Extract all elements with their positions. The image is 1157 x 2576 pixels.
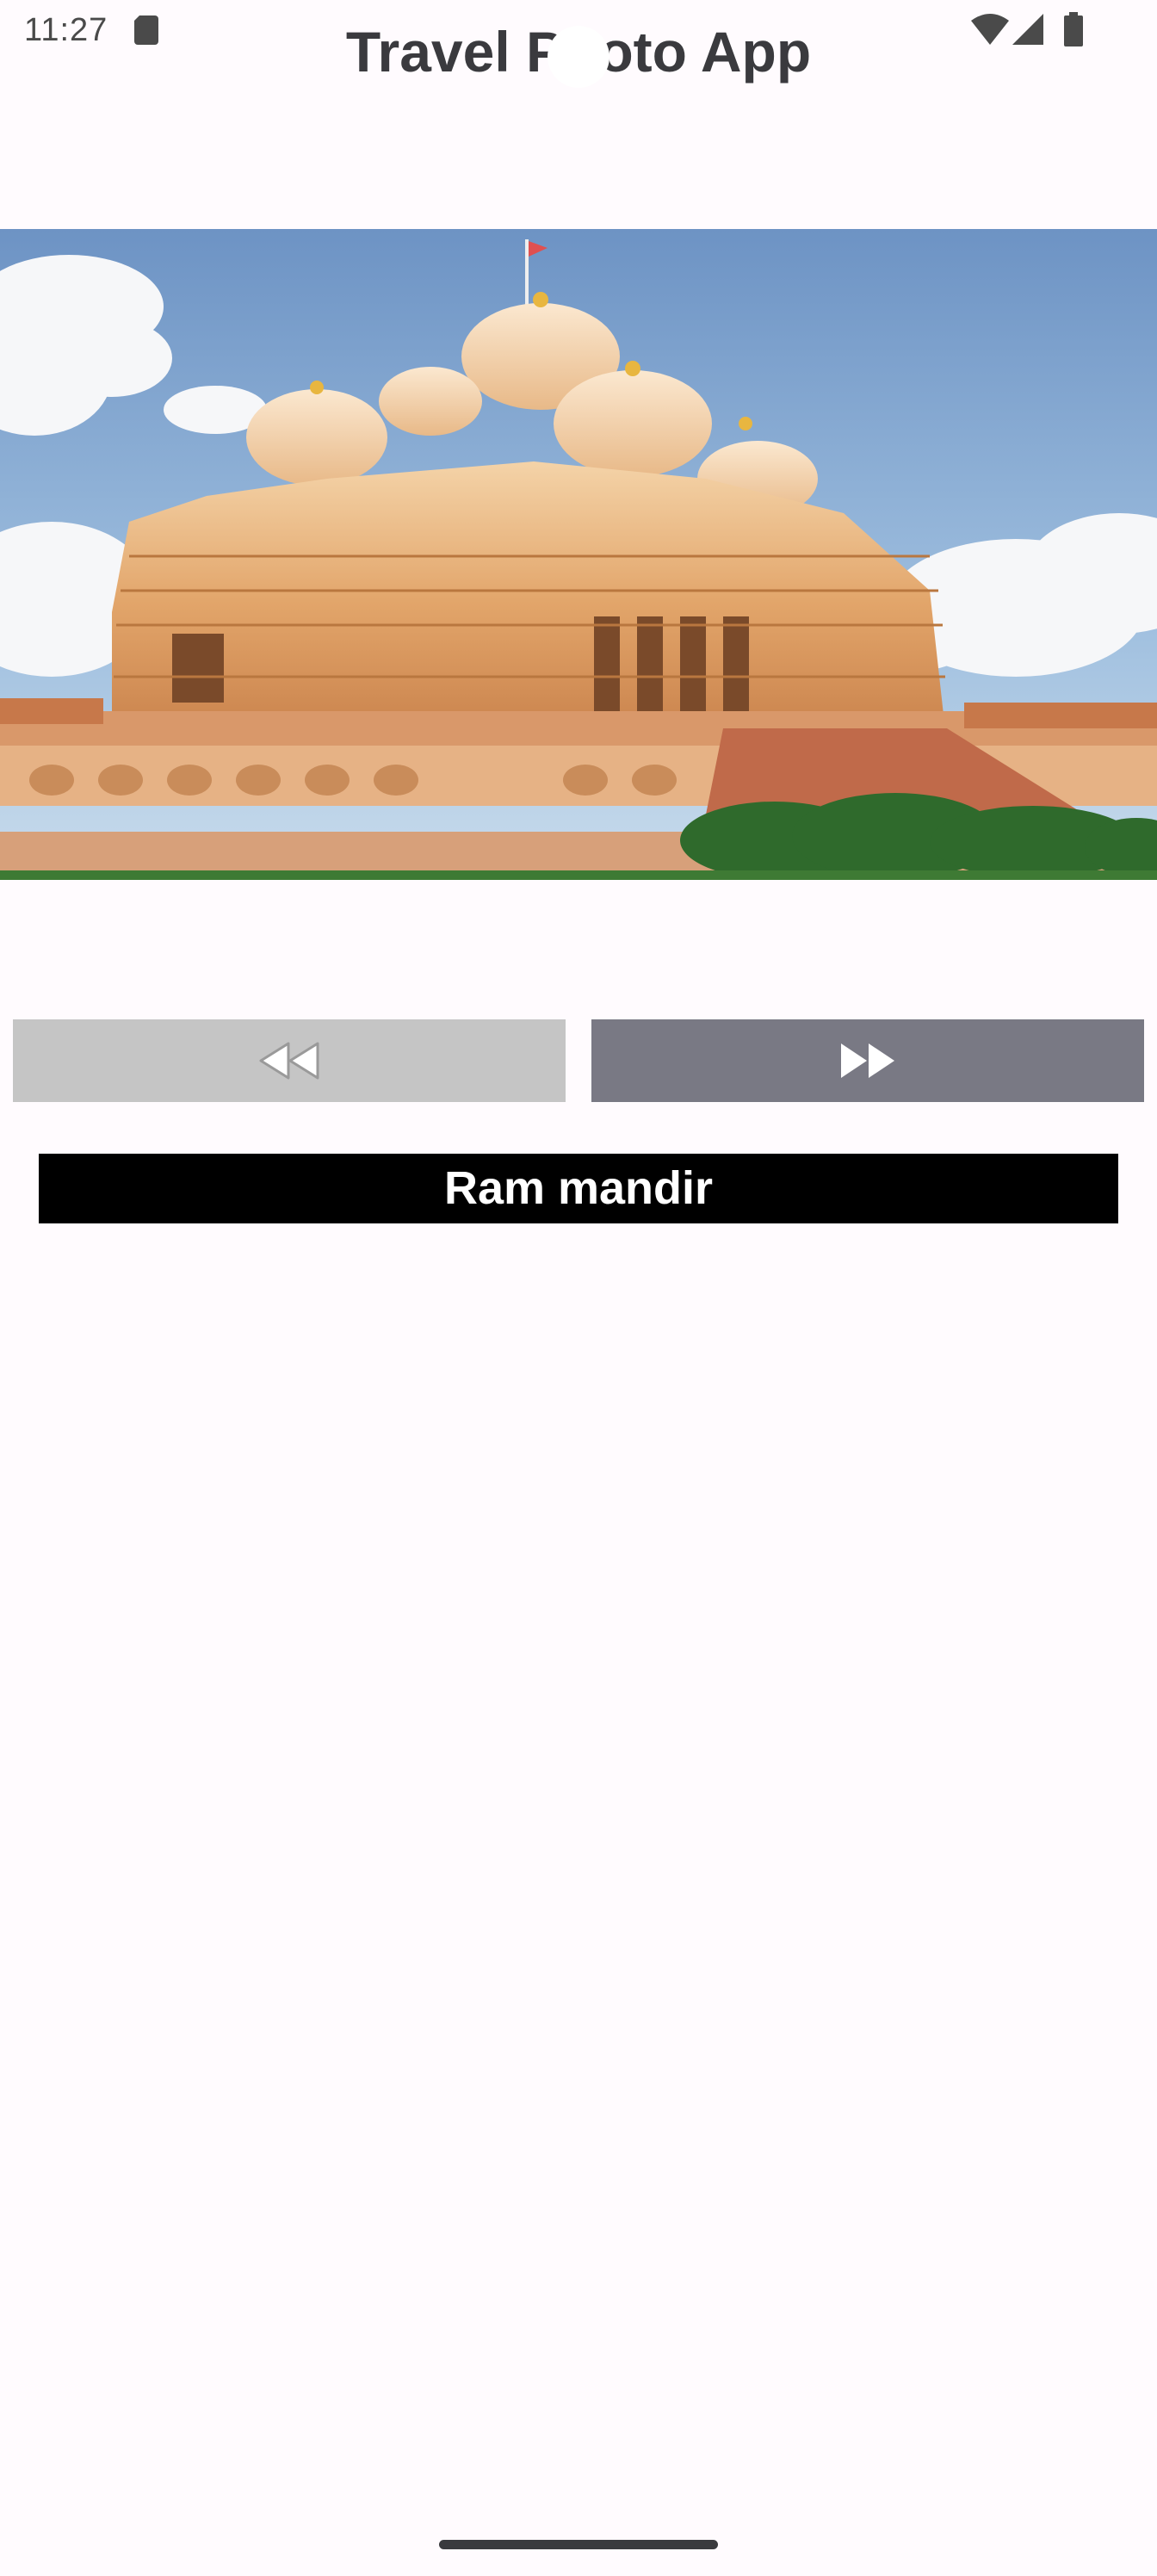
temple-photo (0, 229, 1157, 880)
camera-cutout (548, 26, 609, 88)
previous-button[interactable] (13, 1019, 566, 1102)
home-indicator[interactable] (439, 2540, 718, 2549)
next-button[interactable] (591, 1019, 1144, 1102)
photo-caption: Ram mandir (39, 1154, 1118, 1223)
fast-forward-icon (841, 1043, 894, 1078)
rewind-icon (259, 1042, 319, 1080)
